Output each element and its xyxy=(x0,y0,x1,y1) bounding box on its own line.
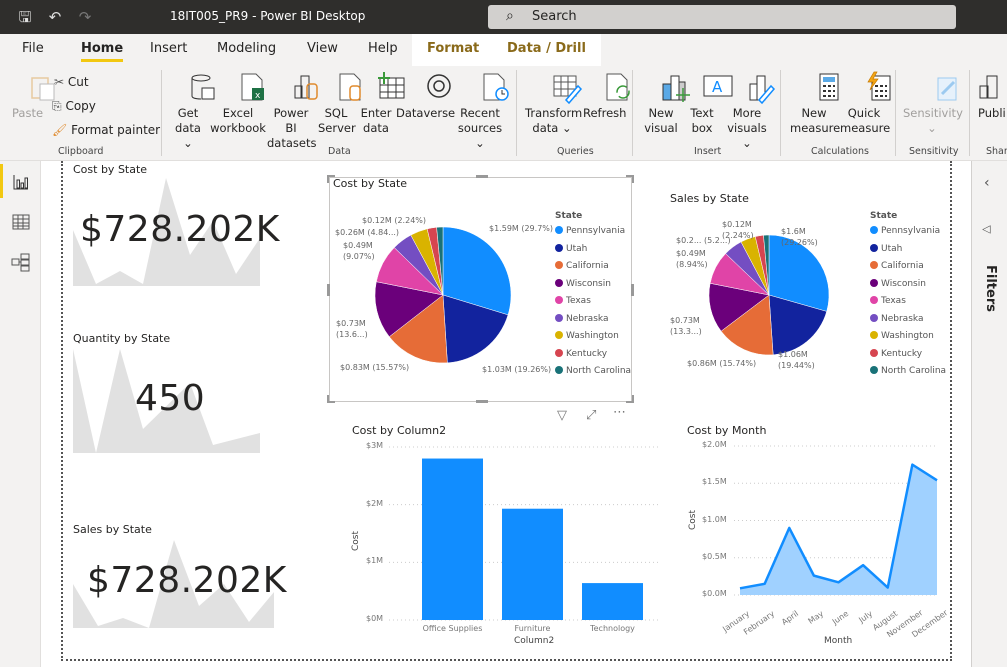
filters-pane: ‹ ▽ Filters xyxy=(971,161,1007,667)
area-chart-cost-by-month xyxy=(734,445,938,596)
collapse-chevron-icon[interactable]: ‹ xyxy=(984,175,990,191)
filter-icon: ▽ xyxy=(980,225,994,234)
y-tick-label: $0.5M xyxy=(702,551,727,561)
y-tick-label: $0.0M xyxy=(702,589,727,598)
y-tick-label: $2.0M xyxy=(702,440,727,449)
y-tick-label: $1.0M xyxy=(702,514,727,524)
y-tick-label: $1.5M xyxy=(702,477,727,487)
filters-label[interactable]: Filters xyxy=(983,265,998,312)
x-axis-label: Month xyxy=(824,636,853,646)
y-axis-label: Cost xyxy=(688,509,699,531)
